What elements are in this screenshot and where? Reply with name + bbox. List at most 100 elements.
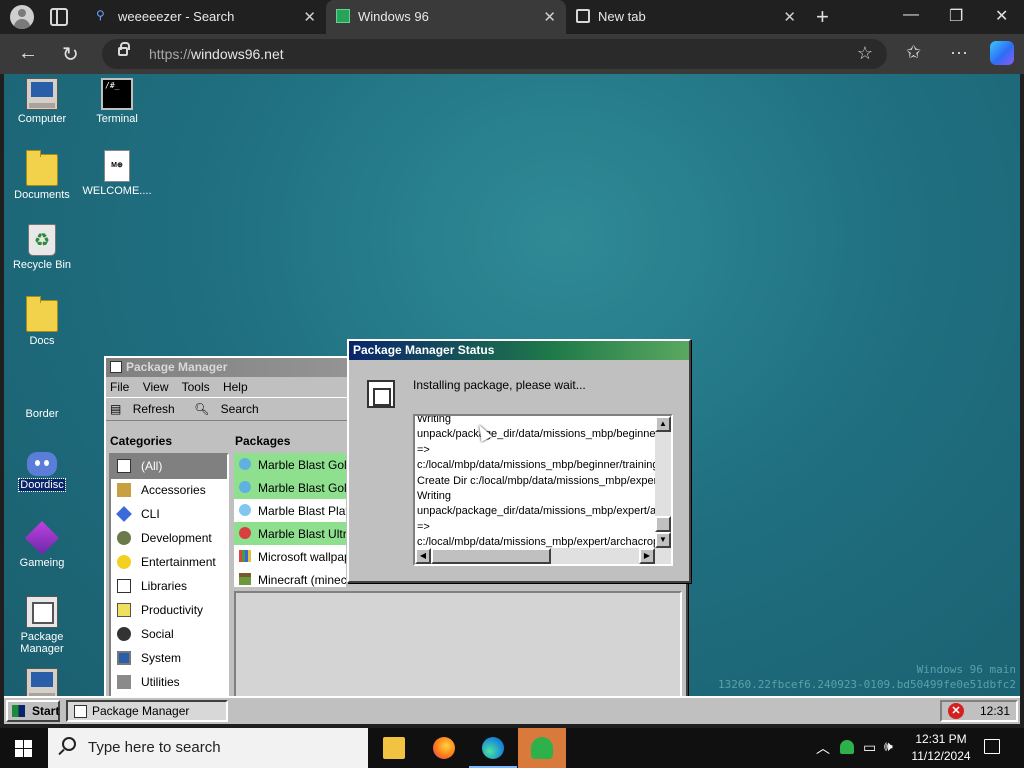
browser-tab-bar: ⚲ weeeeezer - Search ✕ Windows 96 ✕ New …: [0, 0, 1024, 34]
libraries-icon: [117, 579, 131, 593]
desktop-icon-welcome[interactable]: M⊕ WELCOME....: [79, 150, 155, 197]
close-tab-icon[interactable]: ✕: [783, 8, 796, 26]
more-menu-icon[interactable]: ···: [950, 42, 968, 63]
discord-icon: [27, 452, 57, 476]
firefox-icon: [433, 737, 455, 759]
minimize-icon[interactable]: —: [903, 6, 919, 24]
status-dialog-titlebar[interactable]: Package Manager Status: [349, 341, 689, 360]
search-favicon-icon: ⚲: [96, 8, 105, 22]
package-detail-pane: [234, 591, 682, 701]
close-tab-icon[interactable]: ✕: [543, 8, 556, 26]
windows96-desktop: Computer /#_ Terminal Documents M⊕ WELCO…: [4, 74, 1020, 724]
package-item[interactable]: Minecraft (minecraf: [234, 568, 346, 587]
category-item[interactable]: Productivity: [111, 599, 227, 623]
tab-actions-icon[interactable]: [50, 8, 68, 26]
category-item[interactable]: Utilities: [111, 671, 227, 695]
package-item[interactable]: Marble Blast Gold (m: [234, 453, 346, 476]
category-item[interactable]: System: [111, 647, 227, 671]
close-window-icon[interactable]: ✕: [995, 6, 1008, 26]
category-item[interactable]: CLI: [111, 503, 227, 527]
desktop-icon-gameing[interactable]: Gameing: [4, 521, 80, 569]
log-lines: Writing unpack/package_dir/data/missions…: [417, 414, 657, 549]
status-dialog-body: Installing package, please wait... Writi…: [349, 360, 689, 584]
taskbar-edge[interactable]: [469, 728, 517, 768]
productivity-icon: [117, 603, 131, 617]
category-item[interactable]: Development: [111, 527, 227, 551]
copilot-icon[interactable]: [990, 41, 1014, 65]
marble-icon: [239, 481, 251, 493]
profile-avatar[interactable]: [10, 5, 34, 29]
taskbar-file-explorer[interactable]: [370, 728, 418, 768]
os-clock[interactable]: 12:31 PM 11/12/2024: [906, 731, 976, 765]
vertical-scroll-thumb[interactable]: [655, 516, 671, 532]
url-field[interactable]: https://windows96.net ☆: [102, 39, 887, 69]
desktop-icon-computer[interactable]: Computer: [4, 78, 80, 125]
refresh-icon[interactable]: ↻: [62, 42, 79, 67]
back-arrow-icon[interactable]: ←: [18, 42, 38, 65]
search-button[interactable]: 🔍︎ Search: [194, 402, 267, 416]
category-item[interactable]: Social: [111, 623, 227, 647]
desktop-icon-doordisc[interactable]: Doordisc: [4, 448, 80, 492]
minecraft-icon: [239, 573, 251, 585]
category-item[interactable]: (All): [111, 455, 227, 479]
notification-icon[interactable]: [984, 739, 1000, 754]
windows96-favicon-icon: [336, 9, 350, 23]
network-icon[interactable]: ▭: [863, 739, 876, 768]
menu-tools[interactable]: Tools: [182, 380, 210, 394]
desktop-icon-terminal[interactable]: /#_ Terminal: [79, 78, 155, 125]
taskbar-item-package-manager[interactable]: Package Manager: [66, 700, 228, 722]
package-manager-icon: [110, 361, 122, 373]
vertical-scrollbar[interactable]: ▲ ▼: [655, 416, 671, 548]
volume-icon[interactable]: 🕪︎: [884, 738, 893, 768]
desktop-icon-border[interactable]: Border: [4, 408, 80, 420]
favorites-icon[interactable]: ✩: [906, 42, 921, 63]
package-item[interactable]: Marble Blast Ultra (m: [234, 522, 346, 545]
windows-start-icon[interactable]: [15, 740, 32, 757]
menu-file[interactable]: File: [110, 380, 129, 394]
tab-search[interactable]: ⚲ weeeeezer - Search ✕: [86, 0, 326, 34]
taskbar-search-box[interactable]: Type here to search: [48, 728, 368, 768]
category-item[interactable]: Entertainment: [111, 551, 227, 575]
desktop-icon-recycle-bin[interactable]: ♻ Recycle Bin: [4, 224, 80, 271]
horizontal-scrollbar[interactable]: ◀ ▶: [415, 548, 671, 564]
start-button[interactable]: Start: [6, 700, 60, 722]
menu-help[interactable]: Help: [223, 380, 248, 394]
menu-view[interactable]: View: [143, 380, 169, 394]
utilities-icon: [117, 675, 131, 689]
package-item[interactable]: Marble Blast Gold - L: [234, 476, 346, 499]
desktop-icon-docs[interactable]: Docs: [4, 296, 80, 347]
game-cube-icon: [25, 521, 59, 555]
horizontal-scroll-thumb[interactable]: [431, 548, 551, 564]
tab-windows96[interactable]: Windows 96 ✕: [326, 0, 566, 34]
refresh-button[interactable]: ▤ Refresh: [110, 402, 183, 416]
refresh-icon: ▤: [110, 402, 122, 416]
favorite-star-icon[interactable]: ☆: [857, 43, 873, 64]
os-taskbar: Type here to search ︿ ▭ 🕪︎ 12:31 PM 11/1…: [0, 728, 1024, 768]
new-tab-plus-icon[interactable]: +: [816, 4, 829, 30]
windows96-clock: 12:31: [980, 704, 1011, 718]
install-log[interactable]: Writing unpack/package_dir/data/missions…: [413, 414, 673, 566]
marble-icon: [239, 458, 251, 470]
build-watermark: Windows 96 main 13260.22fbcef6.240923-01…: [717, 663, 1016, 691]
scroll-right-icon[interactable]: ▶: [639, 548, 655, 564]
scroll-left-icon[interactable]: ◀: [415, 548, 431, 564]
close-tab-icon[interactable]: ✕: [303, 8, 316, 26]
package-item[interactable]: Marble Blast Platinu: [234, 499, 346, 522]
tab-new-tab[interactable]: New tab ✕: [566, 0, 806, 34]
category-item[interactable]: Accessories: [111, 479, 227, 503]
people-icon[interactable]: [840, 740, 854, 754]
scroll-down-icon[interactable]: ▼: [655, 532, 671, 548]
desktop-icon-documents[interactable]: Documents: [4, 150, 80, 201]
system-icon: [117, 651, 131, 665]
chevron-up-icon[interactable]: ︿: [816, 738, 830, 768]
restore-icon[interactable]: ❐: [949, 6, 963, 26]
search-icon: 🔍︎: [194, 402, 210, 416]
taskbar-firefox[interactable]: [420, 728, 468, 768]
scroll-up-icon[interactable]: ▲: [655, 416, 671, 432]
error-icon[interactable]: ✕: [948, 703, 964, 719]
category-item[interactable]: Libraries: [111, 575, 227, 599]
package-item[interactable]: Microsoft wallpaper: [234, 545, 346, 568]
marble-icon: [239, 504, 251, 516]
taskbar-windows96-app[interactable]: [518, 728, 566, 768]
desktop-icon-package-manager[interactable]: Package Manager: [4, 596, 80, 655]
